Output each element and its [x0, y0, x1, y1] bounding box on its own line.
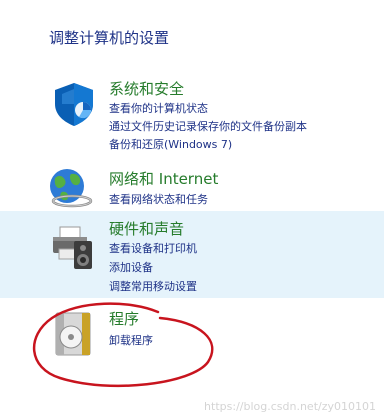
link-add-device[interactable]: 添加设备	[109, 259, 153, 275]
link-view-computer-status[interactable]: 查看你的计算机状态	[109, 100, 208, 116]
page-title: 调整计算机的设置	[49, 29, 170, 47]
printer-speaker-icon[interactable]	[50, 223, 98, 271]
category-title-system-security[interactable]: 系统和安全	[109, 78, 184, 99]
category-hardware-sound[interactable]: 硬件和声音 查看设备和打印机 添加设备 调整常用移动设置	[0, 211, 384, 298]
shield-icon[interactable]	[50, 80, 98, 128]
category-title-programs[interactable]: 程序	[109, 308, 139, 329]
programs-disc-icon[interactable]	[50, 310, 98, 358]
category-system-security: 系统和安全 查看你的计算机状态 通过文件历史记录保存你的文件备份副本 备份和还原…	[0, 74, 384, 158]
category-title-network-internet[interactable]: 网络和 Internet	[109, 168, 218, 189]
link-mobility-settings[interactable]: 调整常用移动设置	[109, 278, 197, 294]
category-programs: 程序 卸载程序	[0, 304, 384, 360]
watermark: https://blog.csdn.net/zy010101	[204, 400, 376, 413]
category-title-hardware-sound[interactable]: 硬件和声音	[109, 218, 184, 239]
link-devices-printers[interactable]: 查看设备和打印机	[109, 240, 197, 256]
link-uninstall-program[interactable]: 卸载程序	[109, 332, 153, 348]
network-globe-icon[interactable]	[47, 164, 95, 212]
link-file-history-backup[interactable]: 通过文件历史记录保存你的文件备份副本	[109, 118, 307, 134]
link-backup-restore[interactable]: 备份和还原(Windows 7)	[109, 136, 232, 152]
category-network-internet: 网络和 Internet 查看网络状态和任务	[0, 160, 384, 208]
link-view-network-status[interactable]: 查看网络状态和任务	[109, 191, 208, 207]
